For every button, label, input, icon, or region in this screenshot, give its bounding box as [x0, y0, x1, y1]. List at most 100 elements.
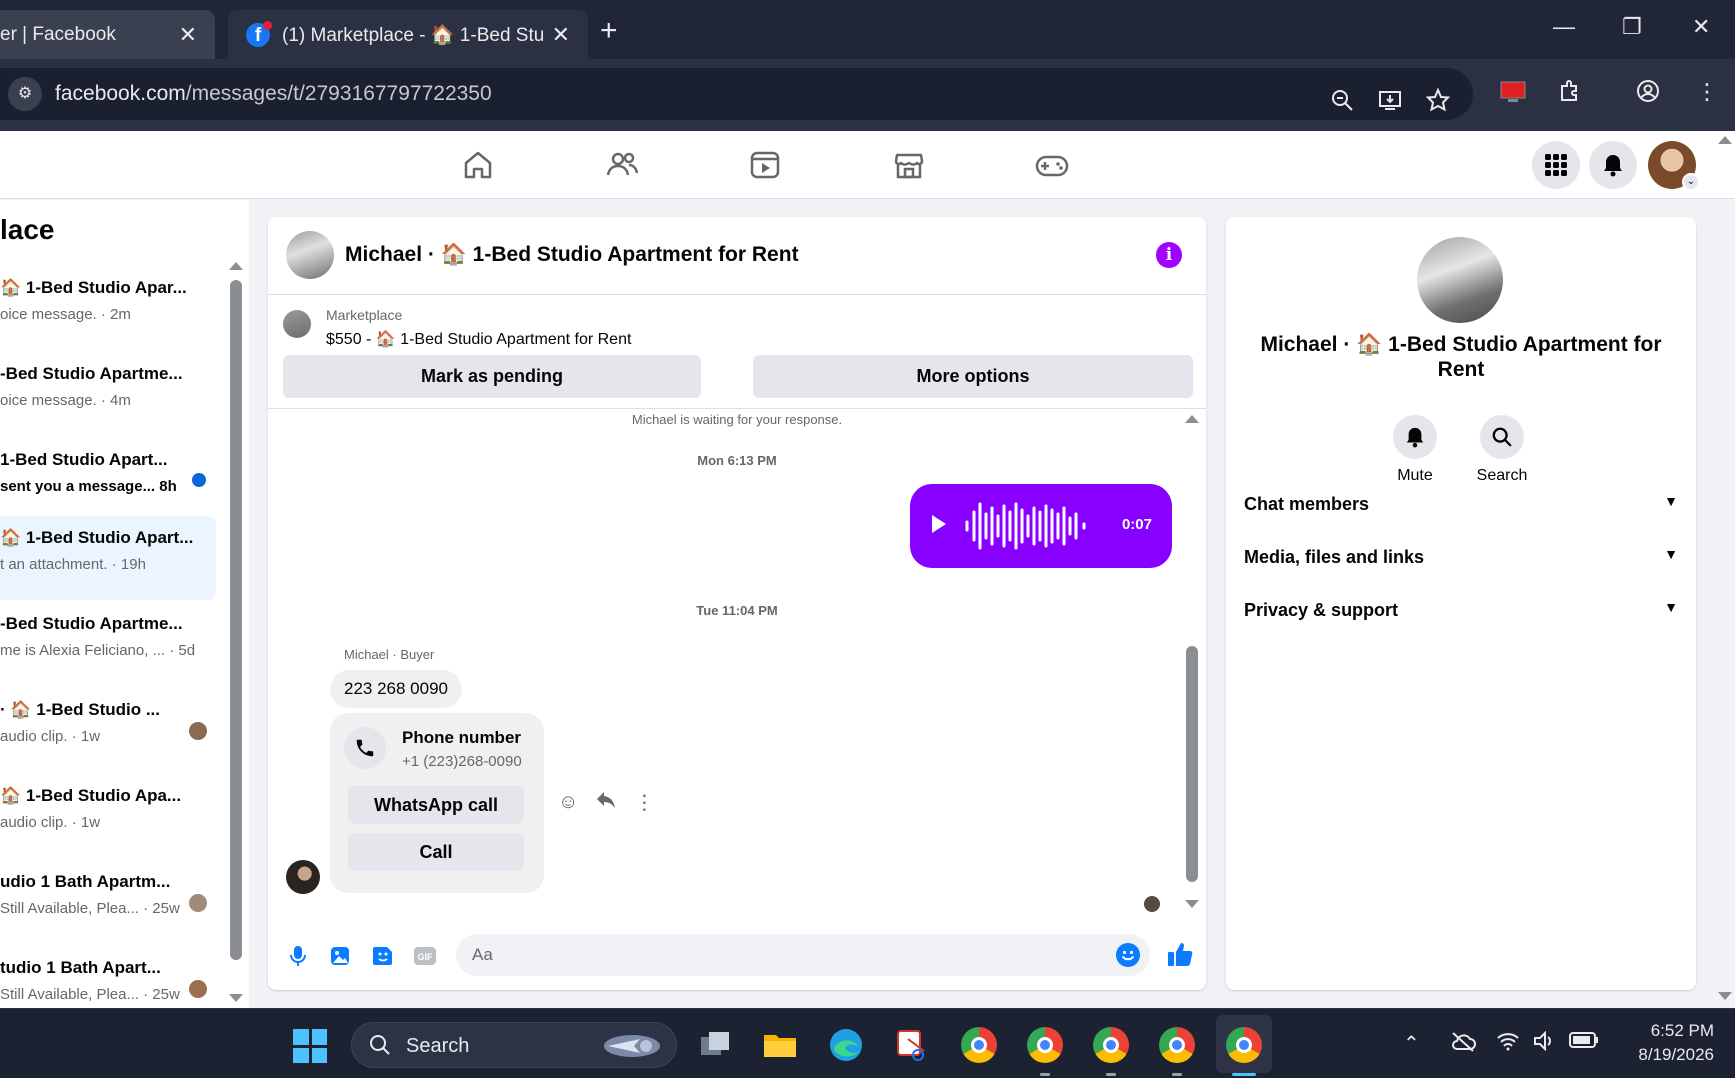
chrome-menu-icon[interactable]: ⋮	[1696, 79, 1718, 105]
scroll-up-arrow[interactable]	[1185, 415, 1199, 423]
info-icon[interactable]: i	[1156, 242, 1182, 268]
search-highlight-icon	[604, 1035, 660, 1057]
scroll-down-arrow[interactable]	[229, 994, 243, 1002]
conversation-item[interactable]: -Bed Studio Apartme... me is Alexia Feli…	[0, 602, 216, 686]
more-actions-icon[interactable]: ⋮	[634, 790, 654, 815]
close-window-icon[interactable]: ✕	[1692, 14, 1710, 40]
show-hidden-icons-icon[interactable]: ⌃	[1403, 1031, 1420, 1056]
listing-price-title[interactable]: $550 - 🏠 1-Bed Studio Apartment for Rent	[326, 329, 631, 349]
taskbar-clock[interactable]: 6:52 PM 8/19/2026	[1614, 1019, 1714, 1067]
mute-action[interactable]: Mute	[1375, 415, 1455, 485]
bell-icon	[1393, 415, 1437, 459]
sender-avatar[interactable]	[286, 860, 320, 894]
bookmark-star-icon[interactable]	[1425, 87, 1451, 118]
conversation-item-selected[interactable]: 🏠 1-Bed Studio Apart... t an attachment.…	[0, 516, 216, 600]
photo-icon[interactable]	[328, 944, 352, 968]
more-options-button[interactable]: More options	[753, 355, 1193, 398]
extensions-puzzle-icon[interactable]	[1558, 79, 1582, 109]
menu-grid-icon[interactable]	[1532, 141, 1580, 189]
gaming-icon[interactable]	[1032, 145, 1072, 185]
chrome-app-icon[interactable]	[1093, 1027, 1129, 1063]
svg-text:GIF: GIF	[418, 952, 434, 962]
home-icon[interactable]	[458, 145, 498, 185]
message-composer: GIF	[268, 922, 1206, 990]
mark-as-pending-button[interactable]: Mark as pending	[283, 355, 701, 398]
search-action[interactable]: Search	[1462, 415, 1542, 485]
reply-icon[interactable]	[596, 791, 616, 815]
browser-tab-facebook[interactable]: er | Facebook ✕	[0, 10, 215, 59]
message-input[interactable]	[472, 934, 1092, 976]
conversation-item[interactable]: udio 1 Bath Apartm... Still Available, P…	[0, 860, 216, 944]
timestamp: Mon 6:13 PM	[697, 453, 777, 468]
contact-avatar[interactable]	[286, 231, 334, 279]
waveform	[965, 502, 1086, 550]
chrome-app-icon[interactable]	[1027, 1027, 1063, 1063]
chat-scrollbar[interactable]	[1186, 646, 1198, 882]
react-emoji-icon[interactable]: ☺	[558, 791, 578, 814]
watch-video-icon[interactable]	[745, 145, 785, 185]
contact-profile-photo[interactable]	[1417, 237, 1503, 323]
whatsapp-call-button[interactable]: WhatsApp call	[348, 786, 524, 824]
chat-title[interactable]: Michael · 🏠 1-Bed Studio Apartment for R…	[345, 243, 799, 267]
play-icon[interactable]	[932, 515, 946, 533]
url-text[interactable]: facebook.com/messages/t/2793167797722350	[55, 82, 492, 106]
volume-icon[interactable]	[1533, 1030, 1557, 1057]
close-tab-icon[interactable]: ✕	[552, 22, 570, 48]
snipping-tool-icon[interactable]	[894, 1027, 930, 1063]
profile-icon[interactable]	[1636, 79, 1660, 109]
install-app-icon[interactable]	[1378, 88, 1402, 118]
restore-icon[interactable]: ❐	[1622, 14, 1642, 40]
conversation-item[interactable]: 🏠 1-Bed Studio Apar... oice message. · 2…	[0, 266, 216, 350]
account-avatar[interactable]: ⌄	[1648, 141, 1700, 191]
taskbar-search-label: Search	[406, 1035, 470, 1057]
seen-avatar	[189, 894, 207, 912]
conversation-item[interactable]: 1-Bed Studio Apart... sent you a message…	[0, 438, 216, 522]
windows-start-icon[interactable]	[293, 1029, 327, 1063]
chrome-app-icon[interactable]	[1159, 1027, 1195, 1063]
new-tab-icon[interactable]: +	[600, 14, 618, 48]
sidebar-scrollbar[interactable]	[230, 280, 242, 960]
chrome-app-icon-active[interactable]	[1226, 1027, 1262, 1063]
call-button[interactable]: Call	[348, 833, 524, 871]
marketplace-icon[interactable]	[889, 145, 929, 185]
microphone-icon[interactable]	[286, 944, 310, 968]
privacy-support-section[interactable]: Privacy & support ▼	[1244, 587, 1678, 637]
site-info-icon[interactable]: ⚙	[8, 77, 42, 111]
message-bubble[interactable]: 223 268 0090	[330, 670, 462, 708]
taskbar-search[interactable]: Search	[351, 1022, 677, 1068]
cloud-offline-icon[interactable]	[1450, 1031, 1476, 1059]
conversation-item[interactable]: 🏠 1-Bed Studio Apa... audio clip. · 1w	[0, 774, 216, 858]
zoom-icon[interactable]	[1330, 88, 1354, 118]
gif-icon[interactable]: GIF	[413, 944, 437, 968]
emoji-icon[interactable]	[1116, 943, 1140, 967]
browser-tab-bar: er | Facebook ✕ f (1) Marketplace - 🏠 1-…	[0, 0, 1735, 59]
task-view-icon[interactable]	[697, 1027, 733, 1063]
chat-members-section[interactable]: Chat members ▼	[1244, 481, 1678, 531]
wifi-icon[interactable]	[1496, 1031, 1520, 1057]
minimize-icon[interactable]: —	[1553, 14, 1575, 40]
media-files-links-section[interactable]: Media, files and links ▼	[1244, 534, 1678, 584]
conversation-item[interactable]: · 🏠 1-Bed Studio ... audio clip. · 1w	[0, 688, 216, 772]
scroll-down-arrow[interactable]	[1185, 900, 1199, 908]
sticker-icon[interactable]	[371, 944, 395, 968]
friends-icon[interactable]	[602, 145, 642, 185]
chevron-down-icon: ▼	[1664, 493, 1678, 509]
extension-red-icon[interactable]	[1500, 81, 1526, 109]
like-thumb-icon[interactable]	[1166, 940, 1194, 968]
browser-tab-marketplace[interactable]: f (1) Marketplace - 🏠 1-Bed Stu ✕	[228, 10, 588, 59]
battery-icon[interactable]	[1569, 1031, 1599, 1055]
edge-browser-icon[interactable]	[828, 1027, 864, 1063]
scroll-up-arrow[interactable]	[229, 262, 243, 270]
conversation-item[interactable]: -Bed Studio Apartme... oice message. · 4…	[0, 352, 216, 436]
notifications-bell-icon[interactable]	[1589, 141, 1637, 189]
close-tab-icon[interactable]: ✕	[179, 22, 197, 48]
page-scroll-down-arrow[interactable]	[1718, 992, 1732, 1000]
browser-toolbar: ⚙ facebook.com/messages/t/27931677977223…	[0, 59, 1735, 131]
chrome-app-icon[interactable]	[961, 1027, 997, 1063]
listing-thumbnail[interactable]	[283, 310, 311, 338]
file-explorer-icon[interactable]	[762, 1027, 798, 1063]
address-bar[interactable]: ⚙ facebook.com/messages/t/27931677977223…	[0, 68, 1473, 120]
active-indicator	[1232, 1073, 1256, 1076]
voice-message-bubble[interactable]: 0:07	[910, 484, 1172, 568]
page-scroll-up-arrow[interactable]	[1718, 136, 1732, 144]
